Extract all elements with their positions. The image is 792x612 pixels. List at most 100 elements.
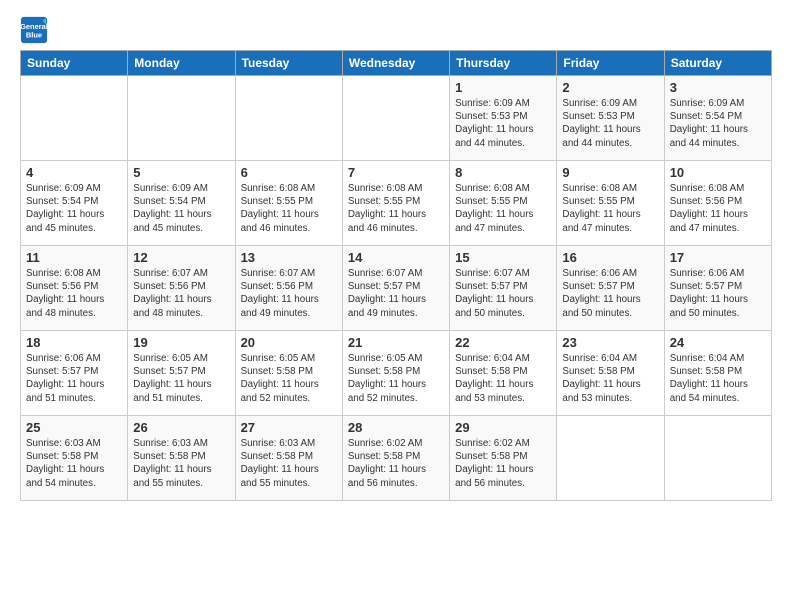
calendar-cell: 22 Sunrise: 6:04 AMSunset: 5:58 PMDayligh… bbox=[450, 331, 557, 416]
calendar-cell: 8Sunrise: 6:08 AMSunset: 5:55 PMDaylight… bbox=[450, 161, 557, 246]
cell-info: Sunrise: 6:06 AMSunset: 5:57 PMDaylight:… bbox=[562, 267, 658, 320]
calendar-cell: 1 Sunrise: 6:09 AMSunset: 5:53 PMDaylight… bbox=[450, 76, 557, 161]
calendar-cell bbox=[128, 76, 235, 161]
cell-info: Sunrise: 6:09 AMSunset: 5:53 PMDaylight:… bbox=[455, 97, 551, 150]
day-number: 5 bbox=[133, 165, 229, 180]
calendar-cell: 13 Sunrise: 6:07 AMSunset: 5:56 PMDayligh… bbox=[235, 246, 342, 331]
header-cell-friday: Friday bbox=[557, 51, 664, 76]
header-cell-tuesday: Tuesday bbox=[235, 51, 342, 76]
day-number: 11 bbox=[26, 250, 122, 265]
day-number: 26 bbox=[133, 420, 229, 435]
cell-info: Sunrise: 6:09 AMSunset: 5:53 PMDaylight:… bbox=[562, 97, 658, 150]
calendar-cell: 4 Sunrise: 6:09 AMSunset: 5:54 PMDaylight… bbox=[21, 161, 128, 246]
day-number: 25 bbox=[26, 420, 122, 435]
calendar-cell: 6Sunrise: 6:08 AMSunset: 5:55 PMDaylight… bbox=[235, 161, 342, 246]
day-number: 16 bbox=[562, 250, 658, 265]
cell-info: Sunrise: 6:04 AMSunset: 5:58 PMDaylight:… bbox=[670, 352, 766, 405]
week-row-1: 1 Sunrise: 6:09 AMSunset: 5:53 PMDaylight… bbox=[21, 76, 772, 161]
calendar-cell: 29Sunrise: 6:02 AMSunset: 5:58 PMDayligh… bbox=[450, 416, 557, 501]
day-number: 7 bbox=[348, 165, 444, 180]
header-row: SundayMondayTuesdayWednesdayThursdayFrid… bbox=[21, 51, 772, 76]
calendar-cell: 11 Sunrise: 6:08 AMSunset: 5:56 PMDayligh… bbox=[21, 246, 128, 331]
day-number: 29 bbox=[455, 420, 551, 435]
day-number: 23 bbox=[562, 335, 658, 350]
cell-info: Sunrise: 6:07 AMSunset: 5:57 PMDaylight:… bbox=[455, 267, 551, 320]
calendar-cell: 14Sunrise: 6:07 AMSunset: 5:57 PMDayligh… bbox=[342, 246, 449, 331]
day-number: 15 bbox=[455, 250, 551, 265]
calendar-cell: 28Sunrise: 6:02 AMSunset: 5:58 PMDayligh… bbox=[342, 416, 449, 501]
day-number: 2 bbox=[562, 80, 658, 95]
calendar-cell: 17 Sunrise: 6:06 AMSunset: 5:57 PMDayligh… bbox=[664, 246, 771, 331]
cell-info: Sunrise: 6:09 AMSunset: 5:54 PMDaylight:… bbox=[133, 182, 229, 235]
calendar-cell: 24 Sunrise: 6:04 AMSunset: 5:58 PMDayligh… bbox=[664, 331, 771, 416]
calendar-cell: 23 Sunrise: 6:04 AMSunset: 5:58 PMDayligh… bbox=[557, 331, 664, 416]
cell-info: Sunrise: 6:04 AMSunset: 5:58 PMDaylight:… bbox=[455, 352, 551, 405]
cell-info: Sunrise: 6:05 AMSunset: 5:58 PMDaylight:… bbox=[241, 352, 337, 405]
calendar-cell bbox=[557, 416, 664, 501]
calendar-cell: 26 Sunrise: 6:03 AMSunset: 5:58 PMDayligh… bbox=[128, 416, 235, 501]
calendar-cell bbox=[664, 416, 771, 501]
day-number: 19 bbox=[133, 335, 229, 350]
cell-info: Sunrise: 6:04 AMSunset: 5:58 PMDaylight:… bbox=[562, 352, 658, 405]
week-row-4: 18 Sunrise: 6:06 AMSunset: 5:57 PMDayligh… bbox=[21, 331, 772, 416]
calendar-cell: 15 Sunrise: 6:07 AMSunset: 5:57 PMDayligh… bbox=[450, 246, 557, 331]
logo-icon: General Blue bbox=[20, 16, 48, 44]
calendar-cell: 5 Sunrise: 6:09 AMSunset: 5:54 PMDaylight… bbox=[128, 161, 235, 246]
calendar-cell: 12 Sunrise: 6:07 AMSunset: 5:56 PMDayligh… bbox=[128, 246, 235, 331]
day-number: 9 bbox=[562, 165, 658, 180]
cell-info: Sunrise: 6:07 AMSunset: 5:56 PMDaylight:… bbox=[133, 267, 229, 320]
day-number: 27 bbox=[241, 420, 337, 435]
header-cell-monday: Monday bbox=[128, 51, 235, 76]
cell-info: Sunrise: 6:03 AMSunset: 5:58 PMDaylight:… bbox=[26, 437, 122, 490]
week-row-5: 25 Sunrise: 6:03 AMSunset: 5:58 PMDayligh… bbox=[21, 416, 772, 501]
calendar-cell: 25 Sunrise: 6:03 AMSunset: 5:58 PMDayligh… bbox=[21, 416, 128, 501]
calendar-cell: 20 Sunrise: 6:05 AMSunset: 5:58 PMDayligh… bbox=[235, 331, 342, 416]
day-number: 22 bbox=[455, 335, 551, 350]
calendar-cell: 10Sunrise: 6:08 AMSunset: 5:56 PMDayligh… bbox=[664, 161, 771, 246]
calendar-cell: 9 Sunrise: 6:08 AMSunset: 5:55 PMDaylight… bbox=[557, 161, 664, 246]
header-cell-saturday: Saturday bbox=[664, 51, 771, 76]
cell-info: Sunrise: 6:08 AMSunset: 5:55 PMDaylight:… bbox=[562, 182, 658, 235]
calendar-cell: 16 Sunrise: 6:06 AMSunset: 5:57 PMDayligh… bbox=[557, 246, 664, 331]
week-row-3: 11 Sunrise: 6:08 AMSunset: 5:56 PMDayligh… bbox=[21, 246, 772, 331]
calendar-cell bbox=[342, 76, 449, 161]
calendar-table: SundayMondayTuesdayWednesdayThursdayFrid… bbox=[20, 50, 772, 501]
cell-info: Sunrise: 6:03 AMSunset: 5:58 PMDaylight:… bbox=[241, 437, 337, 490]
day-number: 6 bbox=[241, 165, 337, 180]
svg-text:Blue: Blue bbox=[26, 30, 42, 39]
day-number: 21 bbox=[348, 335, 444, 350]
cell-info: Sunrise: 6:03 AMSunset: 5:58 PMDaylight:… bbox=[133, 437, 229, 490]
calendar-cell: 27 Sunrise: 6:03 AMSunset: 5:58 PMDayligh… bbox=[235, 416, 342, 501]
day-number: 8 bbox=[455, 165, 551, 180]
calendar-cell: 2 Sunrise: 6:09 AMSunset: 5:53 PMDaylight… bbox=[557, 76, 664, 161]
header-area: General Blue bbox=[20, 16, 772, 44]
cell-info: Sunrise: 6:08 AMSunset: 5:55 PMDaylight:… bbox=[348, 182, 444, 235]
day-number: 24 bbox=[670, 335, 766, 350]
header-cell-thursday: Thursday bbox=[450, 51, 557, 76]
cell-info: Sunrise: 6:09 AMSunset: 5:54 PMDaylight:… bbox=[26, 182, 122, 235]
day-number: 20 bbox=[241, 335, 337, 350]
calendar-cell: 7 Sunrise: 6:08 AMSunset: 5:55 PMDaylight… bbox=[342, 161, 449, 246]
header-cell-sunday: Sunday bbox=[21, 51, 128, 76]
cell-info: Sunrise: 6:08 AMSunset: 5:56 PMDaylight:… bbox=[26, 267, 122, 320]
cell-info: Sunrise: 6:06 AMSunset: 5:57 PMDaylight:… bbox=[26, 352, 122, 405]
calendar-cell bbox=[21, 76, 128, 161]
day-number: 18 bbox=[26, 335, 122, 350]
cell-info: Sunrise: 6:07 AMSunset: 5:56 PMDaylight:… bbox=[241, 267, 337, 320]
day-number: 3 bbox=[670, 80, 766, 95]
day-number: 14 bbox=[348, 250, 444, 265]
day-number: 28 bbox=[348, 420, 444, 435]
logo: General Blue bbox=[20, 16, 52, 44]
day-number: 10 bbox=[670, 165, 766, 180]
cell-info: Sunrise: 6:06 AMSunset: 5:57 PMDaylight:… bbox=[670, 267, 766, 320]
cell-info: Sunrise: 6:09 AMSunset: 5:54 PMDaylight:… bbox=[670, 97, 766, 150]
calendar-cell: 19Sunrise: 6:05 AMSunset: 5:57 PMDayligh… bbox=[128, 331, 235, 416]
day-number: 4 bbox=[26, 165, 122, 180]
day-number: 1 bbox=[455, 80, 551, 95]
calendar-cell: 18 Sunrise: 6:06 AMSunset: 5:57 PMDayligh… bbox=[21, 331, 128, 416]
calendar-cell: 3 Sunrise: 6:09 AMSunset: 5:54 PMDaylight… bbox=[664, 76, 771, 161]
day-number: 17 bbox=[670, 250, 766, 265]
day-number: 12 bbox=[133, 250, 229, 265]
day-number: 13 bbox=[241, 250, 337, 265]
week-row-2: 4 Sunrise: 6:09 AMSunset: 5:54 PMDaylight… bbox=[21, 161, 772, 246]
